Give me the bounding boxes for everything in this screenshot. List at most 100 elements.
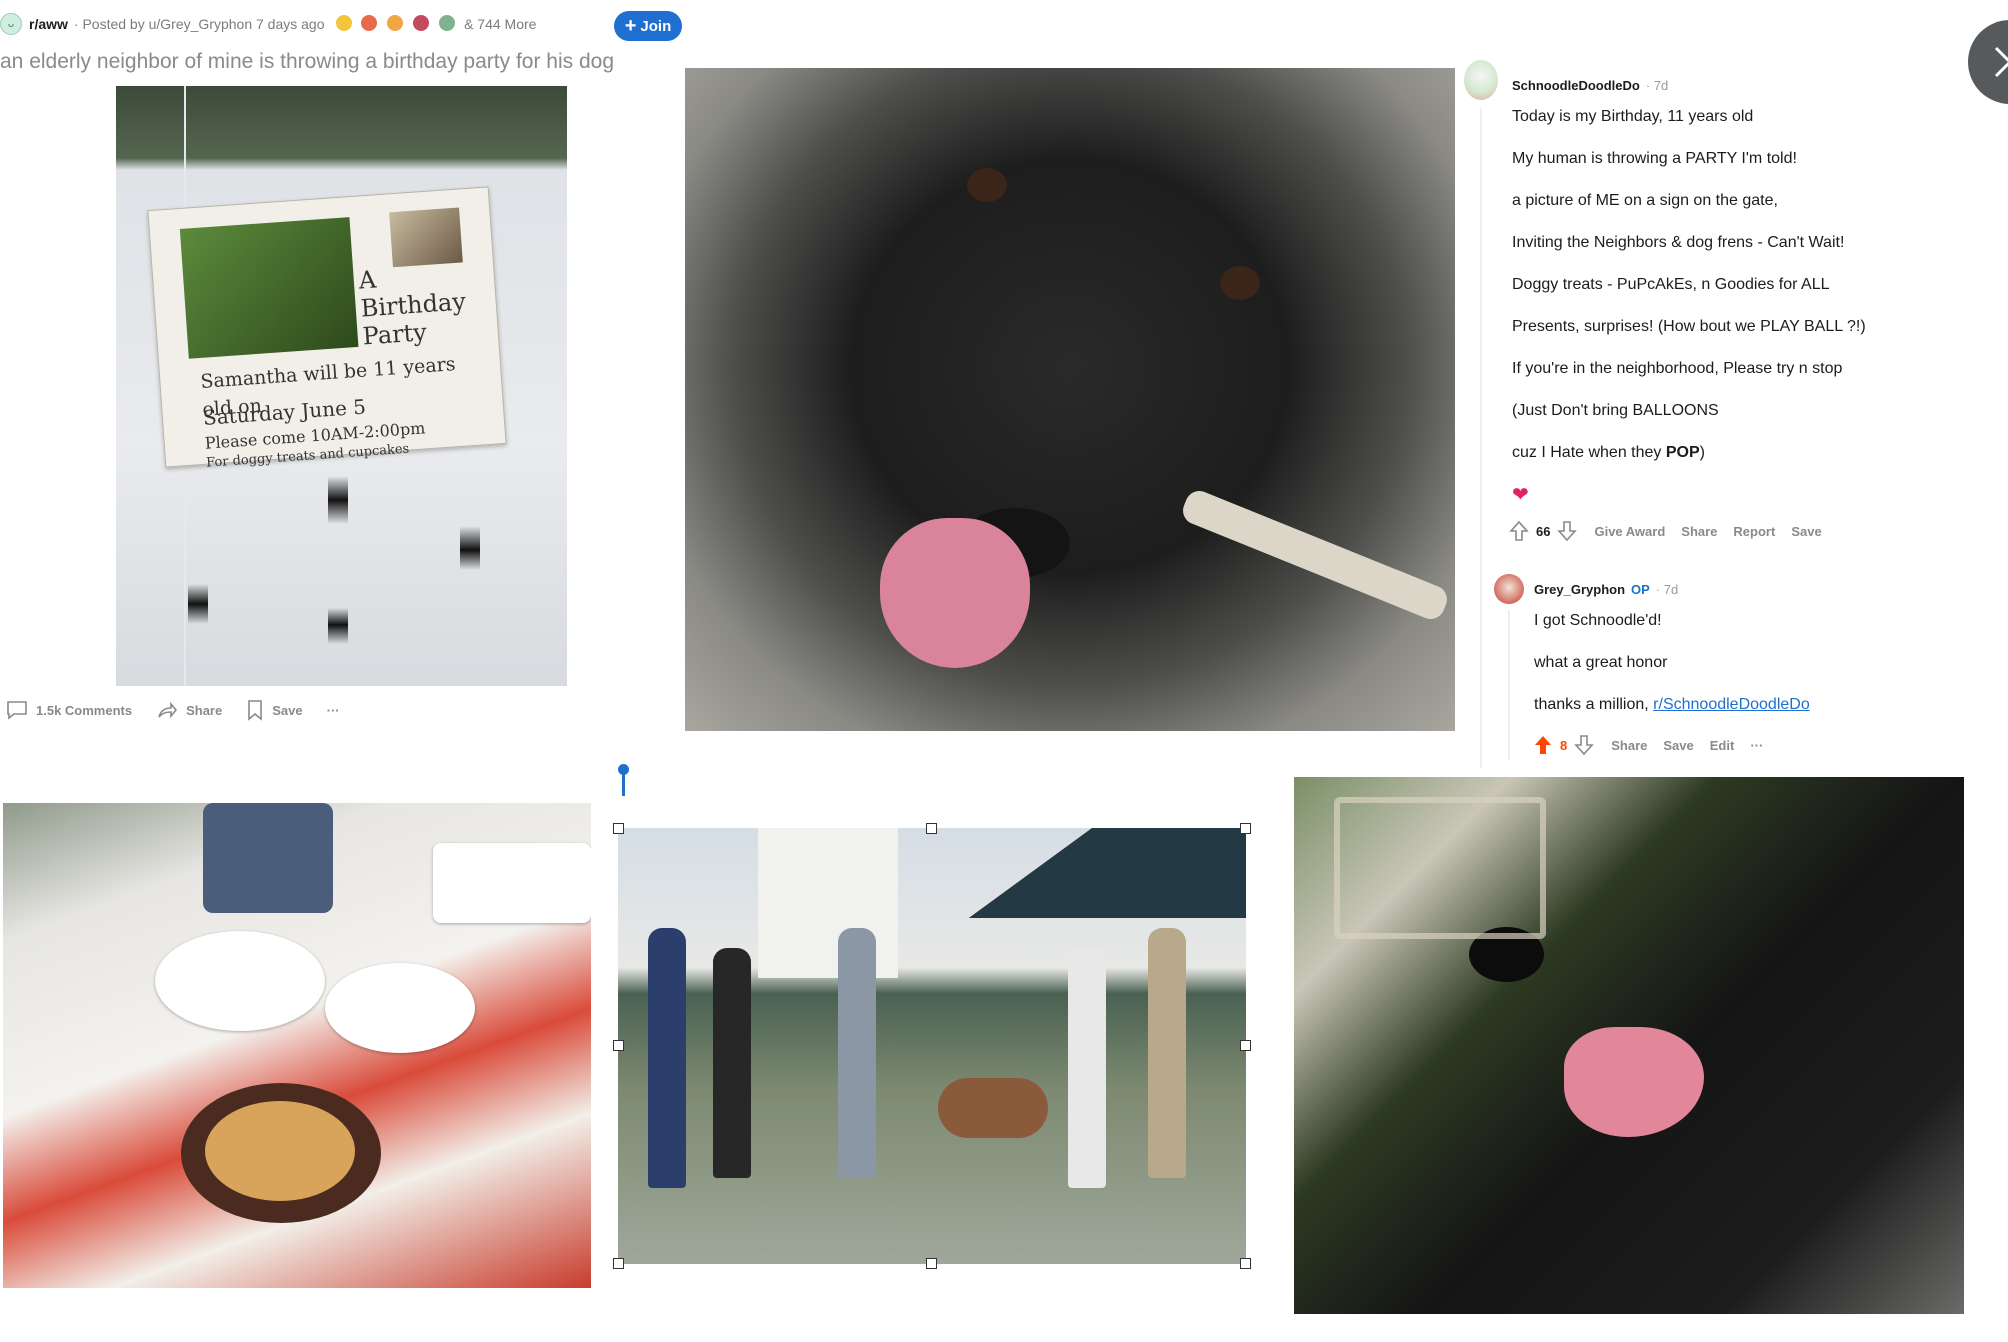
- reply-line: thanks a million, r/SchnoodleDoodleDo: [1534, 696, 1810, 714]
- award-icons[interactable]: [333, 14, 459, 34]
- plus-icon: +: [624, 15, 637, 37]
- comment-line: My human is throwing a PARTY I'm told!: [1512, 150, 1797, 167]
- comment-line: Doggy treats - PuPcAkEs, n Goodies for A…: [1512, 276, 1830, 293]
- post-actions: 1.5k Comments Share Save ···: [6, 698, 364, 722]
- birthday-sign-photo[interactable]: A Birthday Party Samantha will be 11 yea…: [116, 86, 567, 686]
- comment-header: SchnoodleDoodleDo · 7d: [1512, 78, 1668, 93]
- cupcake-plate: [155, 931, 325, 1031]
- thread-line[interactable]: [1480, 108, 1482, 768]
- dog-eye: [1220, 266, 1260, 300]
- bookmark-icon: [248, 700, 263, 721]
- comment-save-button[interactable]: Save: [1791, 524, 1821, 539]
- treats-table-photo[interactable]: [3, 803, 591, 1288]
- comment-age: · 7d: [1645, 78, 1669, 93]
- user-avatar[interactable]: [1494, 574, 1524, 604]
- reply-more-button[interactable]: ···: [1750, 738, 1763, 753]
- helpful-award-icon: [439, 14, 456, 31]
- downvote-icon[interactable]: [1573, 734, 1595, 756]
- resize-handle-top[interactable]: [926, 823, 937, 834]
- comment-line: Today is my Birthday, 11 years old: [1512, 108, 1754, 125]
- save-button[interactable]: Save: [246, 699, 303, 721]
- reply-line: I got Schnoodle'd!: [1534, 612, 1662, 629]
- comment-actions: 66 Give Award Share Report Save: [1508, 520, 1838, 542]
- person: [713, 948, 751, 1178]
- reply-header: Grey_Gryphon OP · 7d: [1534, 582, 1678, 597]
- comment-score: 66: [1536, 523, 1551, 539]
- comment-line: (Just Don't bring BALLOONS: [1512, 402, 1719, 419]
- reply-text: thanks a million,: [1534, 696, 1654, 713]
- resize-handle-bottom-right[interactable]: [1240, 1258, 1251, 1269]
- reply-save-button[interactable]: Save: [1663, 738, 1693, 753]
- post-title[interactable]: an elderly neighbor of mine is throwing …: [0, 50, 614, 74]
- save-label: Save: [272, 702, 303, 718]
- comment-line: Presents, surprises! (How bout we PLAY B…: [1512, 318, 1866, 335]
- share-icon: [158, 701, 178, 719]
- reply-edit-button[interactable]: Edit: [1710, 738, 1735, 753]
- user-avatar[interactable]: [1464, 60, 1498, 100]
- give-award-button[interactable]: Give Award: [1594, 524, 1665, 539]
- person: [838, 928, 876, 1178]
- comment-line: Inviting the Neighbors & dog frens - Can…: [1512, 234, 1845, 251]
- person: [648, 928, 686, 1188]
- comment-author[interactable]: SchnoodleDoodleDo: [1512, 78, 1640, 93]
- comment-share-button[interactable]: Share: [1681, 524, 1717, 539]
- donut-bowl: [181, 1083, 381, 1223]
- wholesome-award-icon: [361, 14, 378, 31]
- resize-handle-left[interactable]: [613, 1040, 624, 1051]
- share-button[interactable]: Share: [156, 700, 222, 720]
- gold-award-icon: [335, 14, 352, 31]
- subreddit-icon[interactable]: ᴗ: [0, 13, 22, 35]
- comments-label: 1.5k Comments: [36, 702, 133, 718]
- dog-picture: [179, 217, 359, 359]
- more-options-label: ···: [326, 702, 340, 718]
- smiling-dog-photo[interactable]: [1294, 777, 1964, 1314]
- report-button[interactable]: Report: [1733, 524, 1775, 539]
- resize-handle-bottom[interactable]: [926, 1258, 937, 1269]
- backyard-party-photo[interactable]: [618, 828, 1246, 1264]
- share-label: Share: [186, 702, 223, 718]
- subreddit-mention-link[interactable]: r/SchnoodleDoodleDo: [1653, 696, 1810, 713]
- reply-author[interactable]: Grey_Gryphon: [1534, 582, 1625, 597]
- rotate-stem: [622, 774, 625, 796]
- subreddit-link[interactable]: r/aww: [29, 16, 68, 32]
- comment-line-pop: cuz I Hate when they POP): [1512, 444, 1705, 462]
- reply-share-button[interactable]: Share: [1611, 738, 1647, 753]
- canopy-tent: [968, 828, 1246, 918]
- person-in-background: [203, 803, 333, 913]
- dog-closeup-photo[interactable]: [685, 68, 1455, 731]
- upvote-icon[interactable]: [1508, 520, 1530, 542]
- join-button[interactable]: + Join: [614, 11, 682, 41]
- resize-handle-right[interactable]: [1240, 1040, 1251, 1051]
- birthday-sign: A Birthday Party Samantha will be 11 yea…: [147, 186, 507, 471]
- close-icon: [1994, 46, 2008, 78]
- reply-actions: 8 Share Save Edit ···: [1532, 734, 1779, 756]
- comment-line: a picture of ME on a sign on the gate,: [1512, 192, 1778, 209]
- thread-line[interactable]: [1508, 610, 1510, 760]
- comments-button[interactable]: 1.5k Comments: [6, 700, 132, 720]
- more-options-button[interactable]: ···: [327, 703, 340, 718]
- reply-score: 8: [1560, 737, 1568, 753]
- resize-handle-bottom-left[interactable]: [613, 1258, 624, 1269]
- serving-tray: [433, 843, 591, 923]
- dog-picture-small: [389, 207, 463, 268]
- fence-slot: [328, 476, 348, 686]
- dog-tongue: [880, 518, 1030, 668]
- lawn-chair: [1334, 797, 1546, 939]
- person: [1148, 928, 1186, 1178]
- resize-handle-top-right[interactable]: [1240, 823, 1251, 834]
- upvote-active-icon[interactable]: [1532, 734, 1554, 756]
- comment-icon: [7, 701, 27, 720]
- reply-age: · 7d: [1655, 582, 1679, 597]
- comment-text: cuz I Hate when they: [1512, 444, 1666, 461]
- comments-panel: SchnoodleDoodleDo · 7d Today is my Birth…: [1456, 58, 2008, 776]
- rainbow-award-icon: [387, 14, 404, 31]
- dog-mouth: [1564, 1027, 1704, 1137]
- rotate-handle[interactable]: [618, 764, 629, 796]
- resize-handle-top-left[interactable]: [613, 823, 624, 834]
- comment-text: ): [1699, 444, 1705, 461]
- downvote-icon[interactable]: [1556, 520, 1578, 542]
- awards-more[interactable]: & 744 More: [464, 16, 536, 32]
- dog-eye: [967, 168, 1007, 202]
- dog: [938, 1078, 1048, 1138]
- join-label: Join: [640, 17, 672, 35]
